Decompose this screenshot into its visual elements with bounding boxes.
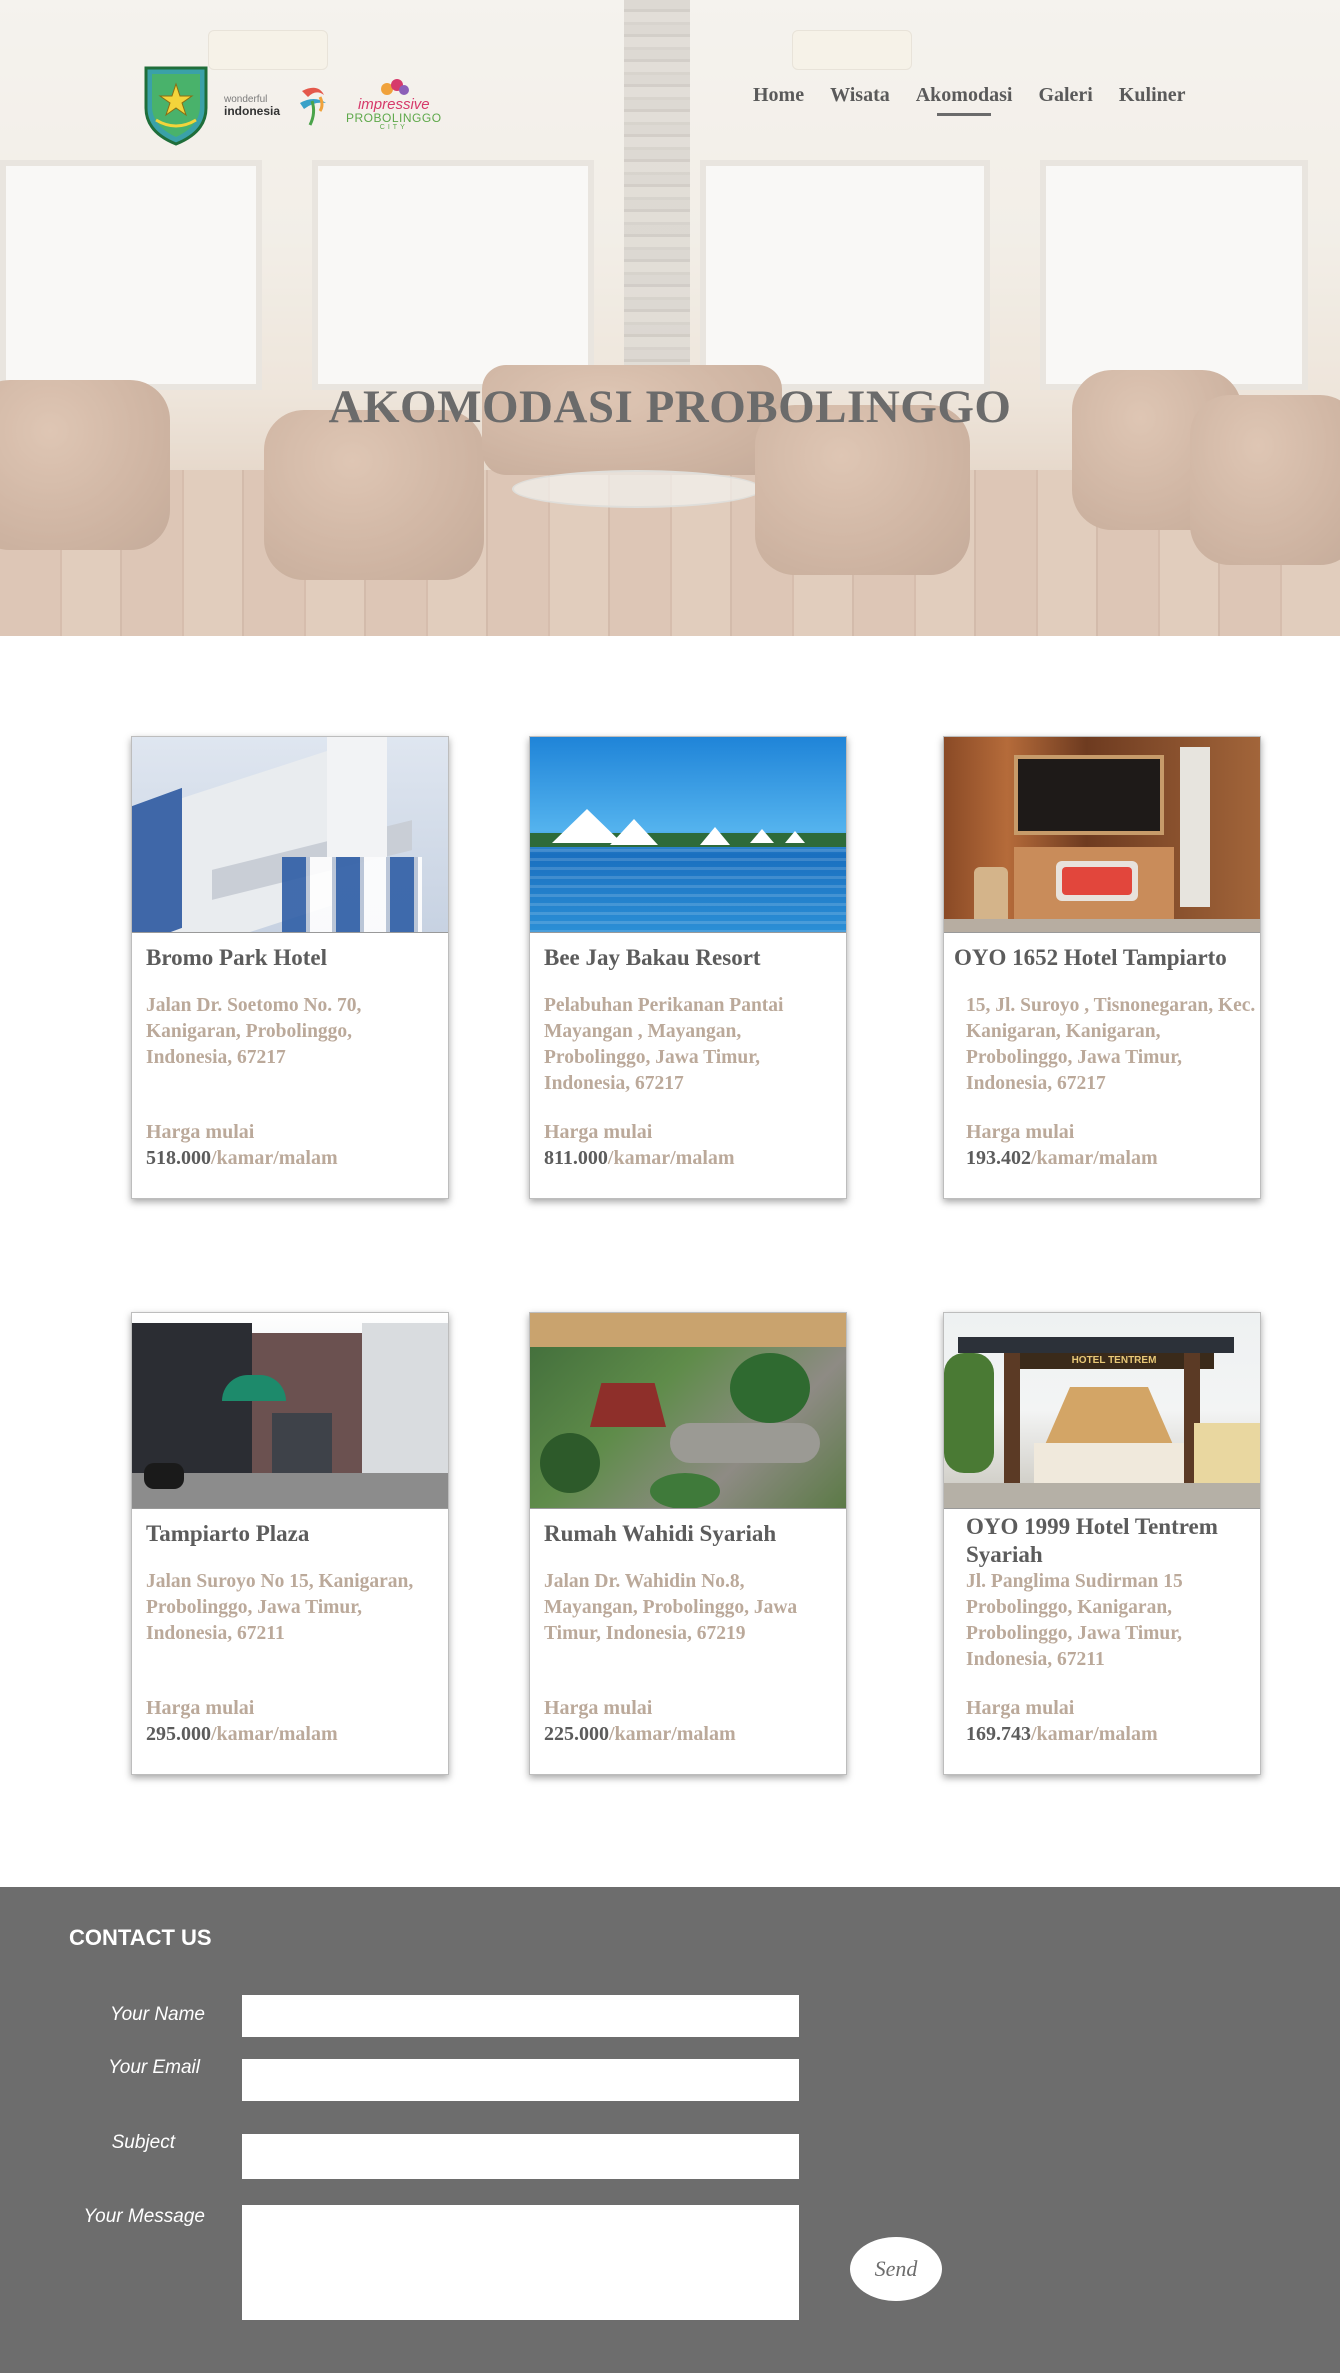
price-unit: /kamar/malam xyxy=(1031,1147,1158,1169)
page-title: AKOMODASI PROBOLINGGO xyxy=(328,381,1012,433)
price-value: 225.000 xyxy=(544,1723,609,1745)
name-label: Your Name xyxy=(109,2004,205,2025)
logo-indonesia-text: indonesia xyxy=(224,104,281,118)
price-label: Harga mulai xyxy=(966,1121,1075,1143)
contact-title: CONTACT US xyxy=(69,1925,212,1950)
logo-impressive-text: impressive xyxy=(357,96,430,113)
nav-galeri[interactable]: Galeri xyxy=(1025,84,1105,107)
plaza-building-photo xyxy=(132,1313,448,1509)
hotel-name[interactable]: Tampiarto Plaza xyxy=(146,1521,442,1546)
price-value: 295.000 xyxy=(146,1723,211,1745)
price-value: 811.000 xyxy=(544,1147,608,1169)
hotel-name[interactable]: Bee Jay Bakau Resort xyxy=(544,945,840,970)
hotel-address: Jalan Dr. Soetomo No. 70, Kanigaran, Pro… xyxy=(146,995,362,1068)
subject-label: Subject xyxy=(111,2132,175,2153)
hotel-building-photo xyxy=(132,737,448,933)
send-button[interactable]: Send xyxy=(850,2237,942,2301)
hotel-address: Pelabuhan Perikanan Pantai Mayangan , Ma… xyxy=(544,995,784,1094)
hotel-card[interactable]: Rumah Wahidi Syariah Jalan Dr. Wahidin N… xyxy=(529,1312,847,1775)
price-unit: /kamar/malam xyxy=(607,1147,735,1169)
logo-probolinggo-text: PROBOLINGGO xyxy=(346,111,442,125)
hotel-name[interactable]: Bromo Park Hotel xyxy=(146,945,442,970)
price-value: 169.743 xyxy=(966,1723,1031,1745)
contact-section: CONTACT US Your Name Your Email Subject … xyxy=(0,1887,1340,2373)
subject-input[interactable] xyxy=(242,2134,799,2179)
hotel-price: 518.000/kamar/malam xyxy=(146,1147,338,1170)
message-textarea[interactable] xyxy=(242,2205,799,2320)
oyo-lobby-photo xyxy=(944,737,1260,933)
price-unit: /kamar/malam xyxy=(1031,1723,1158,1745)
nav-home[interactable]: Home xyxy=(740,84,817,107)
price-unit: /kamar/malam xyxy=(211,1723,338,1745)
hotel-card[interactable]: Tampiarto Plaza Jalan Suroyo No 15, Kani… xyxy=(131,1312,449,1775)
price-label: Harga mulai xyxy=(544,1121,653,1143)
name-input[interactable] xyxy=(242,1995,799,2037)
email-label: Your Email xyxy=(108,2057,200,2078)
price-label: Harga mulai xyxy=(966,1697,1075,1719)
sea-resort-photo xyxy=(530,737,846,933)
price-label: Harga mulai xyxy=(146,1121,255,1143)
nav-kuliner[interactable]: Kuliner xyxy=(1106,84,1199,107)
hotel-card[interactable]: HOTEL TENTREM OYO 1999 Hotel Tentrem Sya… xyxy=(943,1312,1261,1775)
hotel-gate-photo: HOTEL TENTREM xyxy=(944,1313,1260,1509)
email-input[interactable] xyxy=(242,2059,799,2101)
nav-akomodasi[interactable]: Akomodasi xyxy=(903,84,1026,116)
price-label: Harga mulai xyxy=(146,1697,255,1719)
hotel-name[interactable]: OYO 1652 Hotel Tampiarto xyxy=(954,945,1258,970)
hotel-price: 193.402/kamar/malam xyxy=(966,1147,1158,1170)
hotel-address: Jl. Panglima Sudirman 15 Probolinggo, Ka… xyxy=(966,1571,1183,1670)
hotel-address: Jalan Suroyo No 15, Kanigaran, Proboling… xyxy=(146,1571,414,1644)
message-label: Your Message xyxy=(83,2206,205,2227)
hotel-price: 295.000/kamar/malam xyxy=(146,1723,338,1746)
hero-banner: wonderful indonesia impressive PROBOLING… xyxy=(0,0,1340,636)
garden-aerial-photo xyxy=(530,1313,846,1509)
hotel-price: 225.000/kamar/malam xyxy=(544,1723,736,1746)
price-value: 193.402 xyxy=(966,1147,1031,1169)
logo-city-text: CITY xyxy=(379,124,408,131)
price-label: Harga mulai xyxy=(544,1697,653,1719)
price-unit: /kamar/malam xyxy=(609,1723,736,1745)
main-nav: Home Wisata Akomodasi Galeri Kuliner xyxy=(740,84,1199,116)
city-crest-logo xyxy=(144,66,208,146)
logo-group[interactable]: wonderful indonesia impressive PROBOLING… xyxy=(142,62,442,146)
hotel-name[interactable]: Rumah Wahidi Syariah xyxy=(544,1521,840,1546)
flower-icon xyxy=(380,79,409,95)
impressive-probolinggo-logo: impressive PROBOLINGGO CITY xyxy=(346,77,442,131)
hotel-card[interactable]: OYO 1652 Hotel Tampiarto 15, Jl. Suroyo … xyxy=(943,736,1261,1199)
price-unit: /kamar/malam xyxy=(211,1147,338,1169)
hotel-name[interactable]: OYO 1999 Hotel Tentrem Syariah xyxy=(966,1513,1256,1569)
hotel-card[interactable]: Bromo Park Hotel Jalan Dr. Soetomo No. 7… xyxy=(131,736,449,1199)
price-value: 518.000 xyxy=(146,1147,211,1169)
hotel-address: Jalan Dr. Wahidin No.8, Mayangan, Probol… xyxy=(544,1571,798,1644)
nav-wisata[interactable]: Wisata xyxy=(817,84,903,107)
garuda-swirl-icon xyxy=(300,87,327,126)
hotel-address: 15, Jl. Suroyo , Tisnonegaran, Kec. Kani… xyxy=(966,995,1256,1094)
hotel-price: 811.000/kamar/malam xyxy=(544,1147,735,1170)
hotel-price: 169.743/kamar/malam xyxy=(966,1723,1158,1746)
wonderful-indonesia-logo: wonderful indonesia xyxy=(224,95,281,118)
hotel-card[interactable]: Bee Jay Bakau Resort Pelabuhan Perikanan… xyxy=(529,736,847,1199)
